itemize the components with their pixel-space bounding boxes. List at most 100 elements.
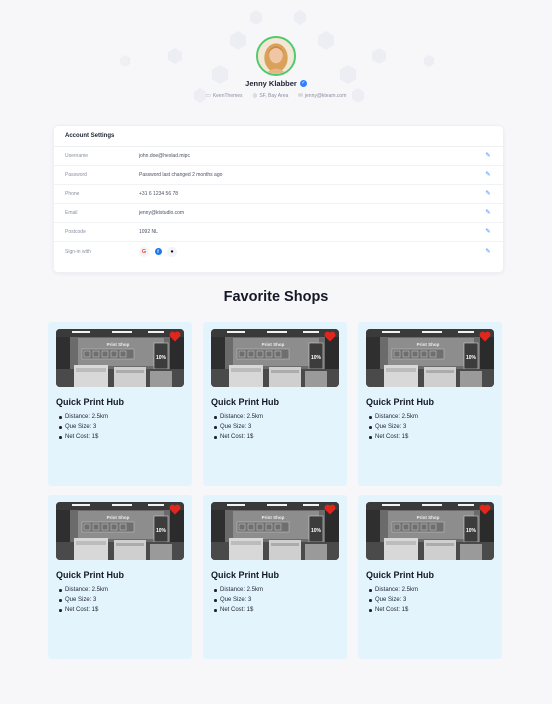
- shop-que-size: Que Size: 3: [56, 595, 184, 605]
- edit-icon[interactable]: ✎: [484, 152, 492, 160]
- profile-name: Jenny Klabber: [245, 79, 297, 88]
- shop-badge-text: 10%: [466, 528, 477, 534]
- apple-icon[interactable]: ●: [167, 246, 177, 257]
- row-value: Password last changed 2 months ago: [139, 172, 223, 178]
- edit-icon[interactable]: ✎: [484, 190, 492, 198]
- shop-distance: Distance: 2.5km: [366, 412, 494, 422]
- verified-icon: ✓: [299, 80, 307, 87]
- social-signin-list: G f ●: [139, 246, 484, 257]
- shop-que-size: Que Size: 3: [211, 422, 339, 432]
- favorite-heart-icon[interactable]: [169, 504, 181, 515]
- shop-photo: Print Shop 10%: [366, 329, 494, 387]
- shop-sign-text: Print Shop: [417, 515, 440, 520]
- profile-meta-company: ▭ KeenThemes: [206, 93, 243, 99]
- shop-details: Distance: 2.5km Que Size: 3 Net Cost: 1$: [56, 412, 184, 442]
- row-label: Postcode: [65, 229, 86, 235]
- settings-row-signin: Sign-in with G f ● ✎: [54, 242, 503, 261]
- edit-icon[interactable]: ✎: [484, 171, 492, 179]
- row-value: +31 6 1234 56 78: [139, 191, 179, 197]
- shop-net-cost: Net Cost: 1$: [56, 605, 184, 615]
- shop-sign-text: Print Shop: [262, 515, 285, 520]
- shop-details: Distance: 2.5km Que Size: 3 Net Cost: 1$: [211, 412, 339, 442]
- favorite-heart-icon[interactable]: [324, 331, 336, 342]
- shop-badge-text: 10%: [156, 355, 167, 361]
- shop-net-cost: Net Cost: 1$: [56, 432, 184, 442]
- row-value: john.doe@hexlad.mipc: [139, 153, 190, 159]
- row-label: Email: [65, 210, 78, 216]
- profile-meta-email: ✉ jenny@kteam.com: [298, 93, 346, 99]
- shop-photo-image: Print Shop 10%: [211, 502, 339, 560]
- shop-sign-text: Print Shop: [107, 342, 130, 347]
- avatar[interactable]: [256, 36, 296, 76]
- shop-card[interactable]: Print Shop 10% Quick Print Hub Distance:…: [48, 495, 192, 659]
- profile-meta-location-text: SF, Bay Area: [259, 93, 289, 99]
- shop-photo: Print Shop 10%: [211, 502, 339, 560]
- shop-name: Quick Print Hub: [211, 397, 280, 407]
- shop-distance: Distance: 2.5km: [56, 412, 184, 422]
- shop-badge-text: 10%: [466, 355, 477, 361]
- settings-row-phone: Phone +31 6 1234 56 78 ✎: [54, 185, 503, 204]
- shop-card[interactable]: Print Shop 10% Quick Print Hub Distance:…: [358, 322, 502, 486]
- account-settings-title: Account Settings: [54, 126, 503, 147]
- profile-meta: ▭ KeenThemes ◎ SF, Bay Area ✉ jenny@ktea…: [0, 93, 552, 99]
- shop-name: Quick Print Hub: [366, 570, 435, 580]
- shop-sign-text: Print Shop: [107, 515, 130, 520]
- shop-badge-text: 10%: [311, 355, 322, 361]
- shop-sign-text: Print Shop: [417, 342, 440, 347]
- settings-row-password: Password Password last changed 2 months …: [54, 166, 503, 185]
- favorite-heart-icon[interactable]: [324, 504, 336, 515]
- profile-card-icon: ▭: [205, 93, 211, 99]
- shop-que-size: Que Size: 3: [366, 422, 494, 432]
- shop-photo: Print Shop 10%: [56, 502, 184, 560]
- profile-header: Jenny Klabber ✓ ▭ KeenThemes ◎ SF, Bay A…: [0, 36, 552, 99]
- account-settings-card: Account Settings Username john.doe@hexla…: [53, 125, 504, 273]
- shop-badge-text: 10%: [311, 528, 322, 534]
- shop-photo-image: Print Shop 10%: [211, 329, 339, 387]
- row-label: Password: [65, 172, 87, 178]
- shop-photo-image: Print Shop 10%: [56, 502, 184, 560]
- google-icon[interactable]: G: [139, 246, 149, 257]
- shop-name: Quick Print Hub: [211, 570, 280, 580]
- shop-net-cost: Net Cost: 1$: [211, 605, 339, 615]
- row-value: jenny@ktstudio.com: [139, 210, 185, 216]
- map-pin-icon: ◎: [252, 93, 258, 99]
- shop-card[interactable]: Print Shop 10% Quick Print Hub Distance:…: [203, 495, 347, 659]
- shop-photo: Print Shop 10%: [56, 329, 184, 387]
- shop-net-cost: Net Cost: 1$: [211, 432, 339, 442]
- edit-icon[interactable]: ✎: [484, 248, 492, 256]
- favorite-heart-icon[interactable]: [479, 504, 491, 515]
- settings-row-username: Username john.doe@hexlad.mipc ✎: [54, 147, 503, 166]
- profile-meta-email-text: jenny@kteam.com: [304, 93, 347, 99]
- shop-distance: Distance: 2.5km: [366, 585, 494, 595]
- shop-que-size: Que Size: 3: [56, 422, 184, 432]
- shop-net-cost: Net Cost: 1$: [366, 432, 494, 442]
- row-label: Username: [65, 153, 89, 159]
- shop-name: Quick Print Hub: [366, 397, 435, 407]
- favorite-heart-icon[interactable]: [479, 331, 491, 342]
- shop-distance: Distance: 2.5km: [211, 585, 339, 595]
- shop-photo-image: Print Shop 10%: [56, 329, 184, 387]
- shop-card[interactable]: Print Shop 10% Quick Print Hub Distance:…: [203, 322, 347, 486]
- row-label: Phone: [65, 191, 80, 197]
- shop-que-size: Que Size: 3: [366, 595, 494, 605]
- shop-distance: Distance: 2.5km: [56, 585, 184, 595]
- row-label: Sign-in with: [65, 248, 91, 255]
- shops-grid: Print Shop 10% Quick Print Hub Distance:…: [48, 322, 502, 659]
- shop-card[interactable]: Print Shop 10% Quick Print Hub Distance:…: [48, 322, 192, 486]
- shop-photo-image: Print Shop 10%: [366, 329, 494, 387]
- shop-badge-text: 10%: [156, 528, 167, 534]
- settings-row-postcode: Postcode 1092 NL ✎: [54, 223, 503, 242]
- favorite-heart-icon[interactable]: [169, 331, 181, 342]
- settings-row-email: Email jenny@ktstudio.com ✎: [54, 204, 503, 223]
- facebook-icon[interactable]: f: [154, 248, 162, 255]
- shop-name: Quick Print Hub: [56, 570, 125, 580]
- edit-icon[interactable]: ✎: [484, 228, 492, 236]
- shop-card[interactable]: Print Shop 10% Quick Print Hub Distance:…: [358, 495, 502, 659]
- shop-details: Distance: 2.5km Que Size: 3 Net Cost: 1$: [366, 585, 494, 615]
- profile-meta-location: ◎ SF, Bay Area: [253, 93, 289, 99]
- shop-photo-image: Print Shop 10%: [366, 502, 494, 560]
- profile-meta-company-text: KeenThemes: [212, 93, 243, 99]
- edit-icon[interactable]: ✎: [484, 209, 492, 217]
- shop-name: Quick Print Hub: [56, 397, 125, 407]
- shop-distance: Distance: 2.5km: [211, 412, 339, 422]
